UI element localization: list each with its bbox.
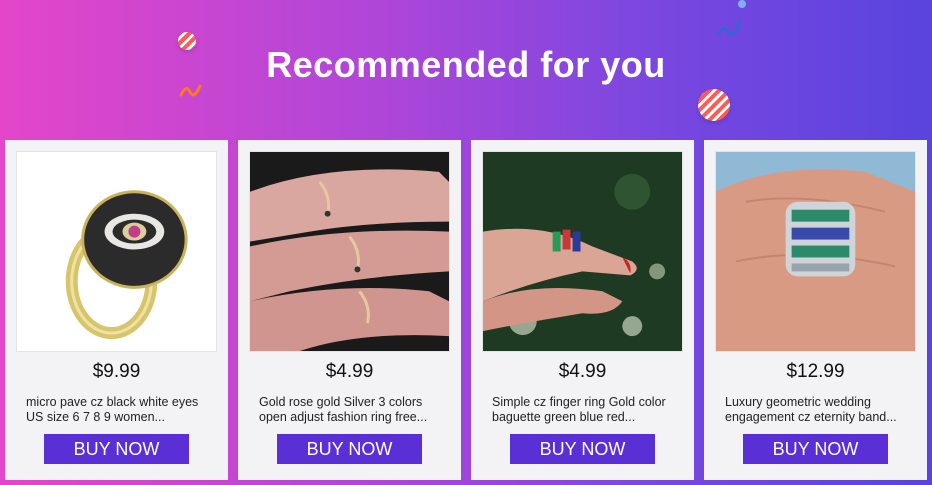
confetti-dot-decoration: [738, 0, 746, 8]
product-image[interactable]: [715, 151, 916, 352]
product-image[interactable]: [16, 151, 217, 352]
product-card[interactable]: $4.99 Gold rose gold Silver 3 colors ope…: [238, 140, 461, 480]
product-card[interactable]: $12.99 Luxury geometric wedding engageme…: [704, 140, 927, 480]
ring-image: [17, 152, 216, 351]
buy-now-button[interactable]: BUY NOW: [510, 434, 655, 464]
product-list: $9.99 micro pave cz black white eyes US …: [5, 140, 927, 480]
finger-with-ring-image: [483, 152, 682, 351]
product-price: $9.99: [92, 361, 141, 382]
confetti-ball-decoration: [698, 89, 730, 121]
buy-now-button[interactable]: BUY NOW: [277, 434, 422, 464]
hand-with-rings-image: [250, 152, 449, 351]
product-title[interactable]: Gold rose gold Silver 3 colors open adju…: [259, 395, 447, 425]
buy-now-button[interactable]: BUY NOW: [44, 434, 189, 464]
hand-with-band-image: [716, 152, 915, 351]
product-image[interactable]: [482, 151, 683, 352]
product-image[interactable]: [249, 151, 450, 352]
product-title[interactable]: micro pave cz black white eyes US size 6…: [26, 395, 214, 425]
product-price: $4.99: [325, 361, 374, 382]
buy-now-button[interactable]: BUY NOW: [743, 434, 888, 464]
product-title[interactable]: Simple cz finger ring Gold color baguett…: [492, 395, 680, 425]
product-price: $12.99: [786, 361, 845, 382]
banner-title: Recommended for you: [266, 44, 666, 85]
product-card[interactable]: $4.99 Simple cz finger ring Gold color b…: [471, 140, 694, 480]
product-price: $4.99: [558, 361, 607, 382]
product-card[interactable]: $9.99 micro pave cz black white eyes US …: [5, 140, 228, 480]
product-title[interactable]: Luxury geometric wedding engagement cz e…: [725, 395, 913, 425]
streamer-decoration: [716, 20, 742, 36]
